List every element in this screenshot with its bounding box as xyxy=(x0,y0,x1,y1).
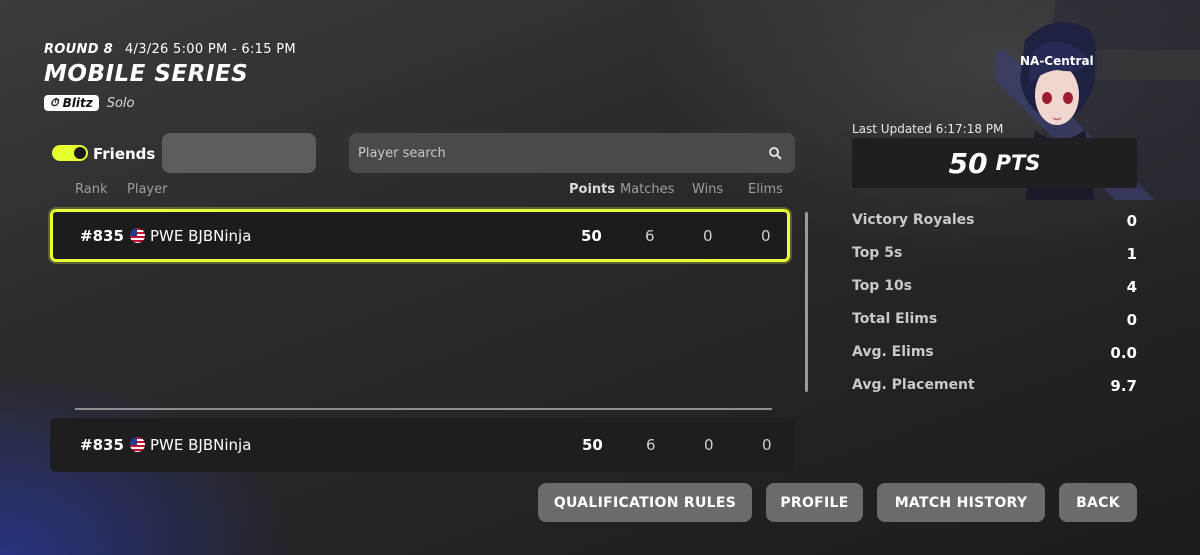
blitz-icon: ⏱ xyxy=(50,96,59,109)
row-rank: #835 xyxy=(80,226,124,245)
stat-label-victory-royales: Victory Royales xyxy=(852,212,975,228)
us-flag-icon xyxy=(130,437,145,452)
my-row[interactable]: #835 PWE BJBNinja 50 6 0 0 xyxy=(50,418,795,472)
divider xyxy=(75,408,772,410)
player-search-input[interactable]: Player search xyxy=(349,133,795,173)
my-points: 50 xyxy=(582,436,603,454)
row-elims: 0 xyxy=(761,226,771,245)
stat-label-total-elims: Total Elims xyxy=(852,311,938,327)
friends-label: Friends xyxy=(93,145,156,163)
stat-value-avg-elims: 0.0 xyxy=(1110,344,1137,362)
stat-value-total-elims: 0 xyxy=(1126,311,1137,329)
region-label: NA-Central xyxy=(1020,54,1094,68)
stat-value-victory-royales: 0 xyxy=(1126,212,1137,230)
filter-dropdown[interactable] xyxy=(162,133,316,173)
stat-label-top5: Top 5s xyxy=(852,245,903,261)
search-icon[interactable] xyxy=(768,146,782,160)
my-elims: 0 xyxy=(762,436,772,454)
col-rank: Rank xyxy=(75,182,108,197)
stat-label-avg-elims: Avg. Elims xyxy=(852,344,934,360)
stat-value-top10: 4 xyxy=(1126,278,1137,296)
last-updated: Last Updated 6:17:18 PM xyxy=(852,122,1004,136)
my-player: PWE BJBNinja xyxy=(125,436,251,454)
my-matches: 6 xyxy=(646,436,656,454)
my-player-name: PWE BJBNinja xyxy=(150,436,252,454)
col-player: Player xyxy=(127,182,168,197)
col-matches: Matches xyxy=(620,182,675,197)
round-time: 4/3/26 5:00 PM - 6:15 PM xyxy=(124,42,296,57)
points-unit: PTS xyxy=(995,151,1041,175)
row-wins: 0 xyxy=(703,226,713,245)
us-flag-icon xyxy=(130,227,145,243)
search-placeholder: Player search xyxy=(358,145,446,161)
stat-label-avg-placement: Avg. Placement xyxy=(852,377,975,393)
page-title: MOBILE SERIES xyxy=(44,61,249,87)
row-matches: 6 xyxy=(645,226,655,245)
scrollbar[interactable] xyxy=(805,212,808,392)
stat-label-top10: Top 10s xyxy=(852,278,913,294)
round-info: ROUND 8 4/3/26 5:00 PM - 6:15 PM xyxy=(44,42,296,57)
match-history-button[interactable]: MATCH HISTORY xyxy=(877,483,1045,522)
points-box: 50 PTS xyxy=(852,138,1137,188)
my-wins: 0 xyxy=(704,436,714,454)
row-points: 50 xyxy=(581,226,602,245)
round-label: ROUND 8 xyxy=(44,42,113,57)
col-elims: Elims xyxy=(748,182,783,197)
row-player-name: PWE BJBNinja xyxy=(150,226,252,245)
row-player: PWE BJBNinja xyxy=(125,227,251,245)
mode-row: ⏱ Blitz Solo xyxy=(44,95,134,111)
col-wins: Wins xyxy=(692,182,724,197)
table-row[interactable]: #835 PWE BJBNinja 50 6 0 0 xyxy=(50,209,790,262)
mode-type: Solo xyxy=(106,95,135,111)
points-value: 50 xyxy=(948,146,988,180)
col-points: Points xyxy=(569,182,616,197)
qualification-rules-button[interactable]: QUALIFICATION RULES xyxy=(538,483,752,522)
back-button[interactable]: BACK xyxy=(1059,483,1137,522)
toggle-knob xyxy=(74,147,86,159)
my-rank: #835 xyxy=(80,436,124,454)
mode-badge: ⏱ Blitz xyxy=(44,95,99,111)
profile-button[interactable]: PROFILE xyxy=(766,483,863,522)
stat-value-avg-placement: 9.7 xyxy=(1110,377,1137,395)
stat-value-top5: 1 xyxy=(1126,245,1137,263)
mode-badge-label: Blitz xyxy=(62,96,93,110)
friends-toggle[interactable] xyxy=(52,145,88,161)
